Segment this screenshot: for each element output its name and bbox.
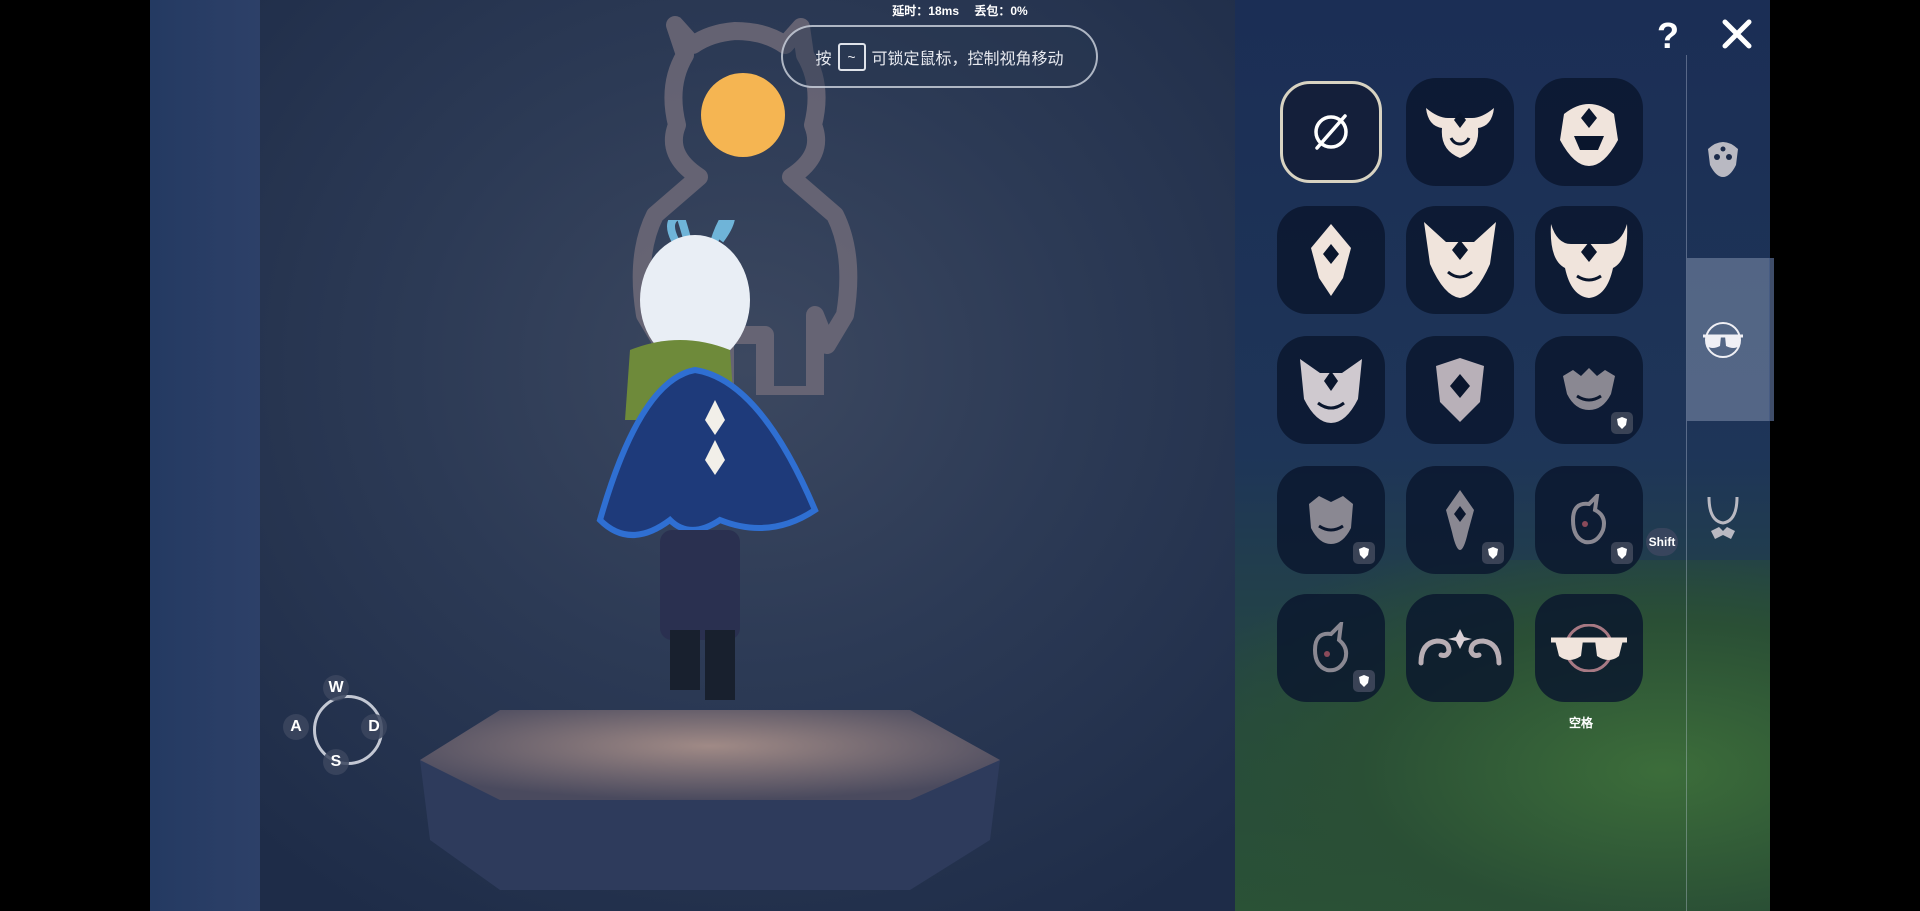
outfit-slot-cat-mask[interactable] <box>1277 336 1385 444</box>
outfit-slot-fox-mask[interactable] <box>1406 206 1514 314</box>
pink-glasses-icon <box>1551 624 1627 672</box>
help-button[interactable]: ? <box>1652 16 1684 56</box>
close-icon[interactable] <box>1717 14 1757 54</box>
helmet-mask-icon <box>1560 104 1618 166</box>
face-mask-icon[interactable] <box>1704 137 1742 177</box>
gem-mask-icon <box>1446 490 1474 550</box>
necklace-icon[interactable] <box>1705 495 1741 543</box>
none-slot-icon <box>1314 114 1348 150</box>
mouse-lock-hint: 按 ~ 可锁定鼠标，控制视角移动 <box>781 25 1098 88</box>
lock-icon <box>1359 547 1369 559</box>
network-status: 延时：18ms 丢包：0% <box>0 2 1920 19</box>
moth-mask-icon <box>1570 494 1606 545</box>
outfit-slot-pink-glasses[interactable] <box>1535 594 1643 702</box>
outfit-slot-crown-mask[interactable] <box>1535 336 1643 444</box>
fox-mask-icon <box>1424 222 1496 298</box>
locked-badge <box>1353 670 1375 692</box>
outfit-slot-helmet-mask[interactable] <box>1535 78 1643 186</box>
outfit-slot-horned-mask[interactable] <box>1406 78 1514 186</box>
d-key[interactable]: D <box>361 714 387 740</box>
space-key-hint: 空格 <box>1568 716 1593 730</box>
game-scene[interactable] <box>150 0 1770 911</box>
latency-text: 延时：18ms <box>892 4 959 18</box>
lock-icon <box>1488 547 1498 559</box>
lock-icon <box>1617 417 1627 429</box>
cat-mask-icon <box>1300 359 1362 423</box>
tab-indicator <box>1769 258 1774 421</box>
outfit-slot-none[interactable] <box>1280 81 1382 183</box>
movement-controls[interactable]: W A D S <box>283 675 393 785</box>
s-key[interactable]: S <box>323 749 349 775</box>
outfit-slot-leaf-mask[interactable] <box>1277 594 1385 702</box>
crown-mask-icon <box>1563 368 1615 410</box>
shift-key-hint: Shift <box>1646 528 1678 556</box>
horned-mask-icon <box>1426 108 1494 158</box>
wall-edge <box>150 0 260 911</box>
outfit-slot-ox-mask[interactable] <box>1535 206 1643 314</box>
packet-loss-text: 丢包：0% <box>974 4 1028 18</box>
w-key[interactable]: W <box>323 675 349 701</box>
ox-mask-icon <box>1550 224 1628 298</box>
a-key[interactable]: A <box>283 714 309 740</box>
swirl-brow-icon <box>1418 629 1502 666</box>
hint-text: 可锁定鼠标，控制视角移动 <box>871 50 1064 68</box>
outfit-slot-swirl-brow[interactable] <box>1406 594 1514 702</box>
leaf-mask-icon <box>1312 622 1349 673</box>
locked-badge <box>1611 412 1633 434</box>
diamond-mask-icon <box>1311 224 1351 296</box>
hint-prefix: 按 <box>815 50 832 68</box>
shield-mask-icon <box>1436 358 1484 422</box>
outfit-slot-moth-mask[interactable] <box>1535 466 1643 574</box>
lock-icon <box>1617 547 1627 559</box>
outfit-slot-gem-mask[interactable] <box>1406 466 1514 574</box>
outfit-slot-shield-mask[interactable] <box>1406 336 1514 444</box>
player-character <box>596 220 819 700</box>
locked-badge <box>1611 542 1633 564</box>
glasses-icon[interactable] <box>1700 322 1746 358</box>
tilde-key-icon: ~ <box>837 42 866 71</box>
lock-icon <box>1359 675 1369 687</box>
oni-mask-icon <box>1309 496 1353 544</box>
panel-divider <box>1686 55 1687 911</box>
locked-badge <box>1353 542 1375 564</box>
outfit-slot-oni-mask[interactable] <box>1277 466 1385 574</box>
locked-badge <box>1482 542 1504 564</box>
outfit-slot-diamond-mask[interactable] <box>1277 206 1385 314</box>
